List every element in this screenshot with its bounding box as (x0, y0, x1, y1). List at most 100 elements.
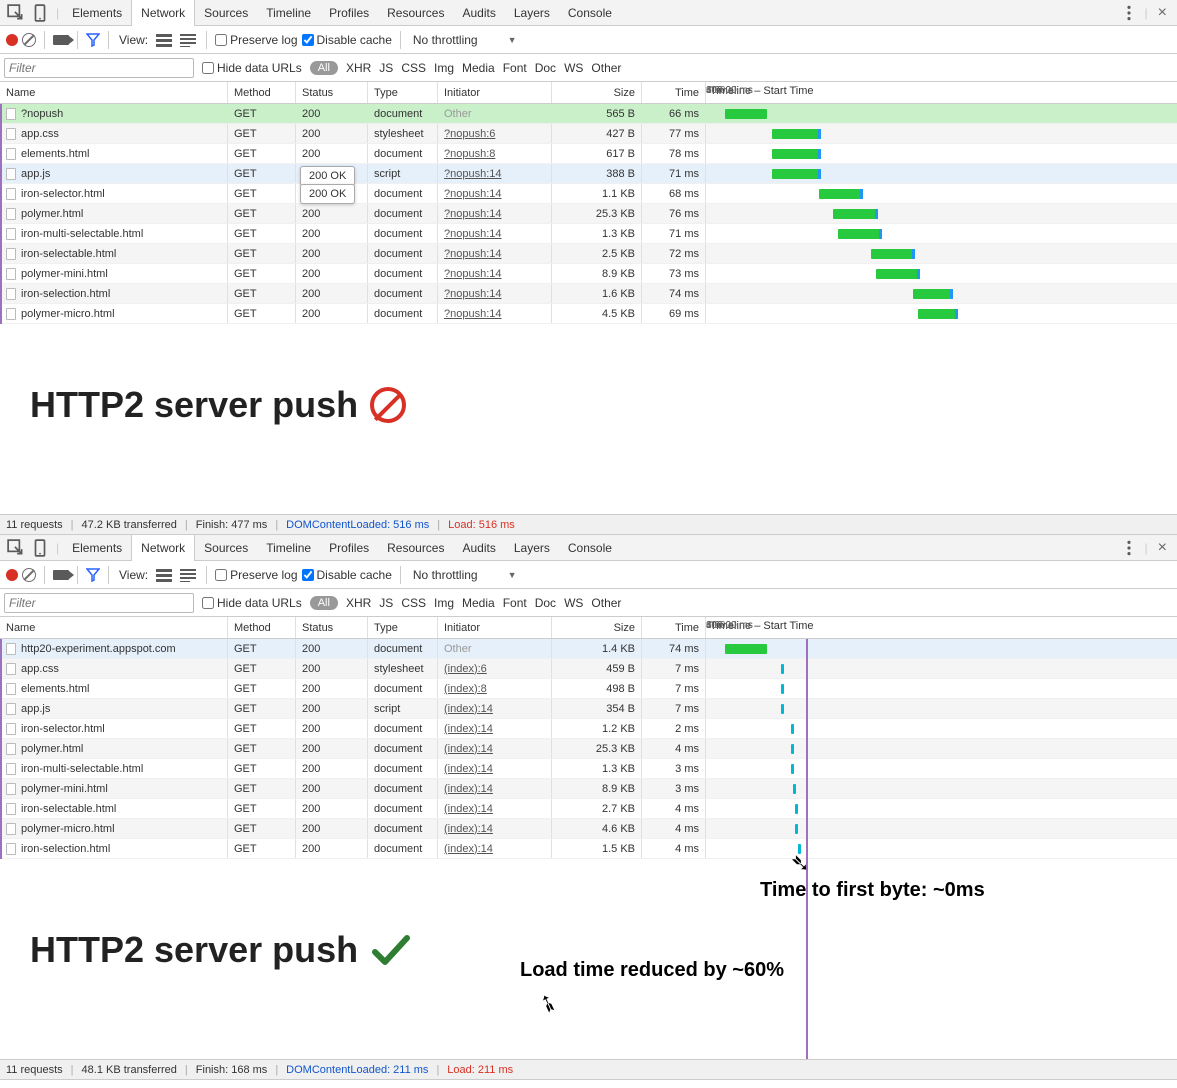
initiator-link[interactable]: (index):14 (444, 763, 493, 775)
kebab-icon[interactable] (1120, 4, 1138, 22)
col-name[interactable]: Name (0, 617, 228, 638)
request-row[interactable]: polymer.html GET 200 document (index):14… (0, 739, 1177, 759)
filter-type-css[interactable]: CSS (401, 596, 426, 610)
request-row[interactable]: iron-selector.html GET 200 document (ind… (0, 719, 1177, 739)
filter-input[interactable] (4, 593, 194, 613)
request-row[interactable]: polymer-micro.html GET 200 document ?nop… (0, 304, 1177, 324)
devtools-tab-console[interactable]: Console (559, 535, 621, 561)
devtools-tab-audits[interactable]: Audits (453, 535, 504, 561)
devtools-tab-network[interactable]: Network (131, 535, 195, 561)
initiator-link[interactable]: (index):8 (444, 683, 487, 695)
filter-type-js[interactable]: JS (379, 596, 393, 610)
devtools-tab-layers[interactable]: Layers (505, 0, 559, 26)
request-row[interactable]: polymer-mini.html GET 200 document ?nopu… (0, 264, 1177, 284)
large-rows-icon[interactable] (156, 568, 172, 582)
initiator-link[interactable]: ?nopush:14 (444, 268, 502, 280)
request-row[interactable]: app.css GET 200 stylesheet ?nopush:6 427… (0, 124, 1177, 144)
request-row[interactable]: app.js GET 200 script (index):14 354 B 7… (0, 699, 1177, 719)
capture-screenshot-button[interactable] (53, 570, 69, 580)
device-icon[interactable] (31, 4, 49, 22)
initiator-link[interactable]: ?nopush:14 (444, 308, 502, 320)
initiator-link[interactable]: ?nopush:14 (444, 228, 502, 240)
col-method[interactable]: Method (228, 617, 296, 638)
request-row[interactable]: iron-selectable.html GET 200 document (i… (0, 799, 1177, 819)
col-time[interactable]: Time (642, 82, 706, 103)
devtools-tab-profiles[interactable]: Profiles (320, 535, 378, 561)
request-row[interactable]: elements.html GET 200 document (index):8… (0, 679, 1177, 699)
filter-type-doc[interactable]: Doc (535, 596, 556, 610)
filter-type-js[interactable]: JS (379, 61, 393, 75)
filter-type-img[interactable]: Img (434, 61, 454, 75)
col-status[interactable]: Status (296, 82, 368, 103)
small-rows-icon[interactable] (180, 33, 196, 47)
initiator-link[interactable]: (index):6 (444, 663, 487, 675)
initiator-link[interactable]: ?nopush:14 (444, 168, 502, 180)
request-row[interactable]: iron-multi-selectable.html GET 200 docum… (0, 759, 1177, 779)
col-size[interactable]: Size (552, 617, 642, 638)
initiator-link[interactable]: (index):14 (444, 843, 493, 855)
capture-screenshot-button[interactable] (53, 35, 69, 45)
initiator-link[interactable]: ?nopush:8 (444, 148, 495, 160)
initiator-link[interactable]: (index):14 (444, 803, 493, 815)
filter-type-font[interactable]: Font (503, 596, 527, 610)
request-row[interactable]: polymer.html GET 200 document ?nopush:14… (0, 204, 1177, 224)
filter-input[interactable] (4, 58, 194, 78)
small-rows-icon[interactable] (180, 568, 196, 582)
filter-type-img[interactable]: Img (434, 596, 454, 610)
preserve-log-checkbox[interactable]: Preserve log (215, 33, 297, 47)
devtools-tab-sources[interactable]: Sources (195, 535, 257, 561)
disable-cache-checkbox[interactable]: Disable cache (302, 33, 392, 47)
close-icon[interactable]: × (1152, 4, 1173, 22)
request-row[interactable]: iron-selector.html GET 200 document ?nop… (0, 184, 1177, 204)
filter-type-xhr[interactable]: XHR (346, 61, 371, 75)
initiator-link[interactable]: (index):14 (444, 743, 493, 755)
filter-all[interactable]: All (310, 61, 338, 75)
request-row[interactable]: http20-experiment.appspot.com GET 200 do… (0, 639, 1177, 659)
col-status[interactable]: Status (296, 617, 368, 638)
col-name[interactable]: Name (0, 82, 228, 103)
col-method[interactable]: Method (228, 82, 296, 103)
initiator-link[interactable]: (index):14 (444, 703, 493, 715)
throttling-select[interactable]: No throttling▼ (409, 33, 521, 47)
kebab-icon[interactable] (1120, 539, 1138, 557)
devtools-tab-resources[interactable]: Resources (378, 535, 453, 561)
filter-type-other[interactable]: Other (591, 596, 621, 610)
devtools-tab-elements[interactable]: Elements (63, 535, 131, 561)
request-row[interactable]: app.css GET 200 stylesheet (index):6 459… (0, 659, 1177, 679)
devtools-tab-audits[interactable]: Audits (453, 0, 504, 26)
devtools-tab-network[interactable]: Network (131, 0, 195, 26)
clear-button[interactable] (22, 568, 36, 582)
filter-type-xhr[interactable]: XHR (346, 596, 371, 610)
initiator-link[interactable]: ?nopush:14 (444, 288, 502, 300)
initiator-link[interactable]: (index):14 (444, 823, 493, 835)
col-timeline[interactable]: Timeline – Start Time400.00 ms600.00 ms8… (706, 617, 1177, 638)
filter-type-ws[interactable]: WS (564, 61, 583, 75)
devtools-tab-layers[interactable]: Layers (505, 535, 559, 561)
initiator-link[interactable]: (index):14 (444, 783, 493, 795)
request-row[interactable]: iron-selection.html GET 200 document (in… (0, 839, 1177, 859)
filter-type-css[interactable]: CSS (401, 61, 426, 75)
record-button[interactable] (6, 569, 18, 581)
col-type[interactable]: Type (368, 617, 438, 638)
record-button[interactable] (6, 34, 18, 46)
filter-type-ws[interactable]: WS (564, 596, 583, 610)
clear-button[interactable] (22, 33, 36, 47)
devtools-tab-sources[interactable]: Sources (195, 0, 257, 26)
request-row[interactable]: polymer-mini.html GET 200 document (inde… (0, 779, 1177, 799)
initiator-link[interactable]: ?nopush:14 (444, 188, 502, 200)
filter-icon[interactable] (86, 568, 100, 582)
devtools-tab-timeline[interactable]: Timeline (257, 0, 320, 26)
devtools-tab-elements[interactable]: Elements (63, 0, 131, 26)
throttling-select[interactable]: No throttling▼ (409, 568, 521, 582)
col-initiator[interactable]: Initiator (438, 82, 552, 103)
request-row[interactable]: polymer-micro.html GET 200 document (ind… (0, 819, 1177, 839)
col-type[interactable]: Type (368, 82, 438, 103)
request-row[interactable]: iron-selection.html GET 200 document ?no… (0, 284, 1177, 304)
devtools-tab-resources[interactable]: Resources (378, 0, 453, 26)
devtools-tab-profiles[interactable]: Profiles (320, 0, 378, 26)
preserve-log-checkbox[interactable]: Preserve log (215, 568, 297, 582)
devtools-tab-timeline[interactable]: Timeline (257, 535, 320, 561)
col-timeline[interactable]: Timeline – Start Time400.00 ms600.00 ms8… (706, 82, 1177, 103)
request-row[interactable]: app.js GET 200 script ?nopush:14 388 B 7… (0, 164, 1177, 184)
filter-type-doc[interactable]: Doc (535, 61, 556, 75)
